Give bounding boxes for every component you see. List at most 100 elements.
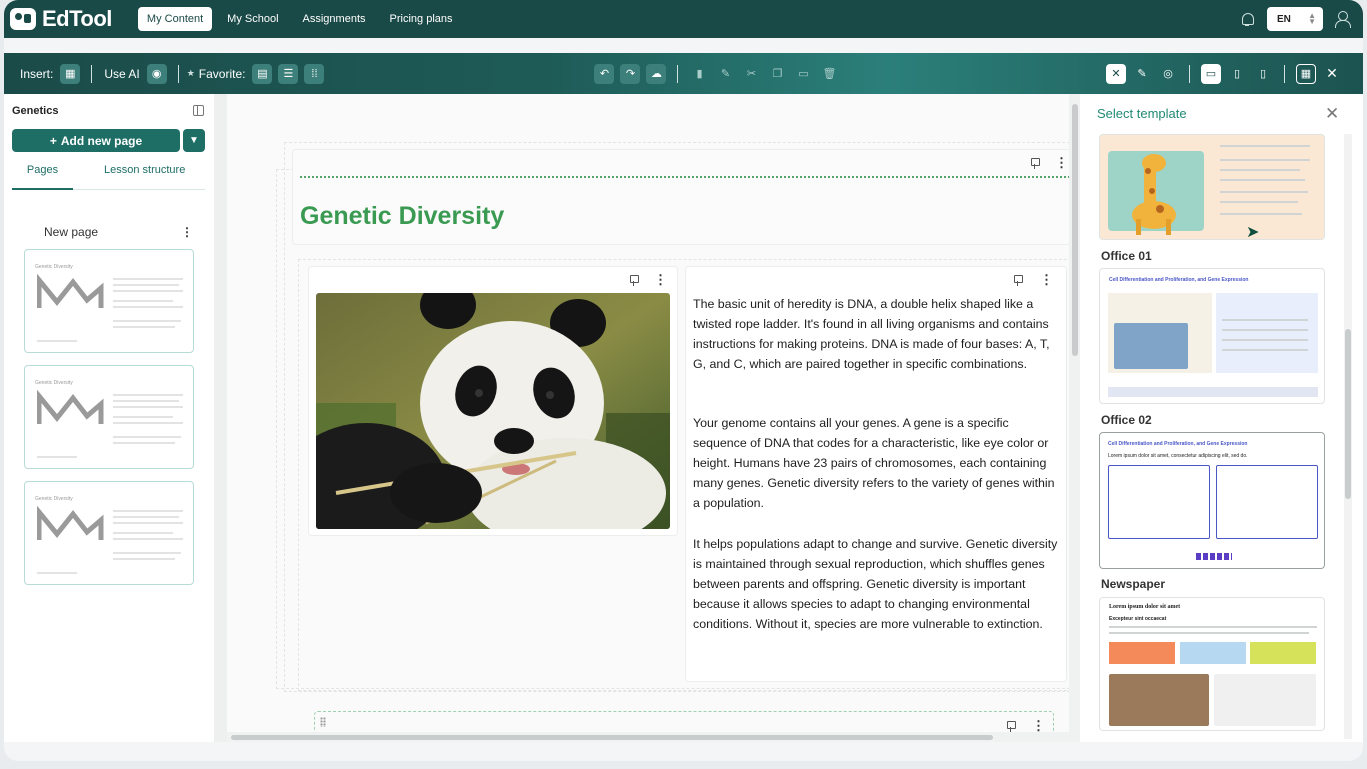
giraffe-illustration (1108, 151, 1204, 235)
cursor-pointer-icon: ➤ (1246, 224, 1260, 241)
toolbar-divider (1284, 64, 1285, 83)
tab-pages[interactable]: Pages (12, 162, 73, 190)
template-preview-title: Lorem ipsum dolor sit amet (1109, 604, 1181, 610)
template-preview-title: Cell Differentiation and Proliferation, … (1108, 441, 1248, 447)
block-menu-icon[interactable]: ⋮ (1055, 155, 1068, 171)
templates-button[interactable]: ▦ (1296, 63, 1316, 84)
favorite-label: Favorite: (198, 66, 246, 81)
page-title[interactable]: Genetic Diversity (300, 202, 504, 231)
user-profile-icon[interactable] (1335, 11, 1351, 28)
drag-handle-icon[interactable] (320, 717, 326, 727)
pen-button[interactable]: ✎ (1132, 64, 1152, 84)
page-menu-icon[interactable]: ⋮ (181, 225, 193, 239)
collapse-panel-icon[interactable] (193, 105, 204, 116)
cut-button[interactable]: ✂ (741, 64, 761, 84)
editor-canvas[interactable]: ⋮ Genetic Diversity ⋮ ⋮ The basic unit o… (214, 94, 1080, 742)
thumbnail-title: Genetic Diversity (35, 264, 73, 270)
nav-right: EN ▲ ▼ (1239, 7, 1351, 31)
preview-button[interactable]: ◎ (1158, 64, 1178, 84)
tab-lesson-structure[interactable]: Lesson structure (104, 162, 185, 189)
vertical-scrollbar[interactable] (1069, 94, 1080, 742)
template-card[interactable]: Lorem ipsum dolor sit amet Excepteur sin… (1099, 597, 1325, 731)
block-divider (300, 176, 1070, 178)
select-arrows-icon: ▲ ▼ (1308, 11, 1316, 26)
image-placeholder-icon (37, 274, 104, 308)
undo-button[interactable]: ↶ (594, 63, 615, 84)
desktop-view-button[interactable]: ▭ (1201, 63, 1221, 84)
nav-my-school[interactable]: My School (218, 7, 287, 31)
favorite-text-button[interactable]: ▤ (252, 63, 273, 84)
mobile-view-button[interactable]: ▯ (1253, 64, 1273, 84)
template-pagination (1196, 553, 1232, 560)
page-thumbnail[interactable]: Genetic Diversity (24, 365, 194, 469)
page-thumbnail[interactable]: Genetic Diversity (24, 249, 194, 353)
page-name[interactable]: New page (44, 225, 98, 239)
toolbar-divider (1189, 64, 1190, 83)
insert-blocks-button[interactable]: ▦ (60, 63, 81, 84)
edtool-logo-icon (10, 8, 36, 30)
favorite-list-button[interactable]: ☰ (278, 63, 299, 84)
nav-links: My Content My School Assignments Pricing… (137, 7, 462, 31)
template-name: Office 02 (1101, 413, 1152, 427)
logo[interactable]: EdTool (10, 6, 112, 32)
paragraph[interactable]: It helps populations adapt to change and… (693, 534, 1058, 634)
lesson-title: Genetics (12, 105, 59, 117)
template-panel-title: Select template (1097, 106, 1187, 121)
block-menu-icon[interactable]: ⋮ (654, 272, 667, 288)
paragraph[interactable]: The basic unit of heredity is DNA, a dou… (693, 294, 1058, 374)
horizontal-scrollbar[interactable] (227, 732, 1069, 742)
language-select[interactable]: EN ▲ ▼ (1267, 7, 1323, 31)
pin-icon[interactable] (629, 275, 639, 286)
template-preview-subtitle: Lorem ipsum dolor sit amet, consectetur … (1108, 453, 1248, 459)
thumbnail-title: Genetic Diversity (35, 496, 73, 502)
template-preview-subtitle: Excepteur sint occaecat (1109, 616, 1167, 622)
scroll-thumb[interactable] (231, 735, 993, 740)
scroll-thumb[interactable] (1072, 104, 1078, 356)
pages-panel: Genetics + Add new page ▼ Pages Lesson s… (4, 94, 214, 742)
edit-button[interactable]: ✎ (715, 64, 735, 84)
pin-icon[interactable] (1006, 721, 1016, 732)
image-placeholder-icon (37, 390, 104, 424)
view-group: ✕ ✎ ◎ ▭ ▯ ▯ ▦ ✕ (1103, 63, 1345, 84)
close-editor-button[interactable]: ✕ (1322, 64, 1342, 84)
add-page-dropdown-button[interactable]: ▼ (183, 129, 205, 152)
pin-icon[interactable] (1013, 275, 1023, 286)
notification-bell-icon[interactable] (1239, 11, 1255, 27)
top-nav: EdTool My Content My School Assignments … (4, 0, 1363, 38)
insert-label: Insert: (20, 66, 54, 81)
template-card[interactable]: Cell Differentiation and Proliferation, … (1099, 432, 1325, 569)
ai-brain-button[interactable]: ◉ (146, 63, 167, 84)
nav-my-content[interactable]: My Content (137, 7, 213, 31)
template-card[interactable]: Cell Differentiation and Proliferation, … (1099, 268, 1325, 404)
nav-assignments[interactable]: Assignments (294, 7, 375, 31)
paste-button[interactable]: ▭ (793, 64, 813, 84)
pin-icon[interactable] (1030, 158, 1040, 169)
design-tools-button[interactable]: ✕ (1106, 63, 1126, 84)
image-placeholder-icon (37, 506, 104, 540)
favorite-columns-button[interactable]: ⁞⁞ (304, 63, 325, 84)
tablet-view-button[interactable]: ▯ (1227, 64, 1247, 84)
template-panel: Select template ✕ ➤ Office 01 Cell Diffe… (1080, 94, 1363, 742)
scroll-thumb[interactable] (1345, 329, 1351, 499)
close-icon[interactable]: ✕ (1325, 104, 1339, 124)
history-group: ↶ ↷ ☁ ▮ ✎ ✂ ❐ ▭ 🗑 (591, 63, 842, 84)
delete-button[interactable]: 🗑 (819, 64, 839, 84)
app-window: EdTool My Content My School Assignments … (4, 0, 1363, 761)
nav-pricing-plans[interactable]: Pricing plans (381, 7, 462, 31)
page-thumbnail[interactable]: Genetic Diversity (24, 481, 194, 585)
copy-button[interactable]: ❐ (767, 64, 787, 84)
template-scrollbar[interactable] (1344, 134, 1352, 739)
redo-button[interactable]: ↷ (620, 63, 641, 84)
editor-toolbar: Insert: ▦ Use AI ◉ ★ Favorite: ▤ ☰ ⁞⁞ ↶ … (4, 53, 1363, 94)
add-new-page-button[interactable]: + Add new page (12, 129, 180, 152)
panda-image (316, 293, 670, 529)
template-card[interactable] (1099, 134, 1325, 240)
canvas-gutter (214, 94, 227, 742)
format-paint-button[interactable]: ▮ (689, 64, 709, 84)
block-menu-icon[interactable]: ⋮ (1040, 272, 1053, 288)
thumbnail-title: Genetic Diversity (35, 380, 73, 386)
cloud-upload-button[interactable]: ☁ (646, 63, 667, 84)
template-photo (1109, 674, 1209, 726)
toolbar-divider (91, 64, 93, 83)
paragraph[interactable]: Your genome contains all your genes. A g… (693, 413, 1058, 513)
